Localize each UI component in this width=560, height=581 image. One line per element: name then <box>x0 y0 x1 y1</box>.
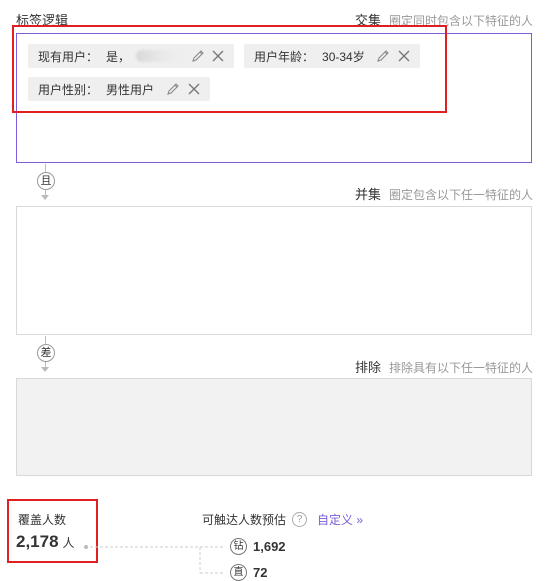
coverage-number: 2,178 <box>16 532 59 551</box>
reach-item-direct: 直 72 <box>230 564 267 581</box>
coverage-label: 覆盖人数 <box>18 513 67 527</box>
reach-value: 72 <box>253 565 268 580</box>
custom-link-label: 自定义 <box>317 513 354 527</box>
exclude-key: 排除 <box>354 360 381 375</box>
direct-badge: 直 <box>230 564 247 581</box>
double-chevron-right-icon: » <box>353 513 364 527</box>
union-hint-row: 并集 圈定包含以下任一特征的人 <box>355 184 533 203</box>
diamond-badge: 钻 <box>230 538 247 555</box>
coverage-count: 2,178 人 <box>16 532 75 552</box>
custom-link[interactable]: 自定义 » <box>317 511 363 528</box>
reach-value: 1,692 <box>253 539 286 554</box>
union-key: 并集 <box>354 187 381 202</box>
and-connector: 且 <box>37 164 55 204</box>
down-arrow-icon <box>41 195 49 200</box>
diff-symbol: 差 <box>37 344 55 362</box>
union-hint: 圈定包含以下任一特征的人 <box>388 188 533 202</box>
reach-title: 可触达人数预估 <box>202 513 287 527</box>
union-box[interactable] <box>16 206 532 335</box>
reach-item-diamond: 钻 1,692 <box>230 538 286 555</box>
exclude-box <box>16 378 532 476</box>
diff-connector: 差 <box>37 336 55 376</box>
coverage-unit: 人 <box>62 536 75 550</box>
reach-connector-lines <box>84 545 225 574</box>
exclude-hint: 排除具有以下任一特征的人 <box>388 361 533 375</box>
exclude-hint-row: 排除 排除具有以下任一特征的人 <box>355 357 533 376</box>
tags-highlight-frame <box>12 25 447 113</box>
help-icon[interactable]: ? <box>292 512 308 527</box>
and-symbol: 且 <box>37 172 55 190</box>
reach-estimate-header: 可触达人数预估 ? 自定义 » <box>202 511 363 528</box>
down-arrow-icon <box>41 367 49 372</box>
